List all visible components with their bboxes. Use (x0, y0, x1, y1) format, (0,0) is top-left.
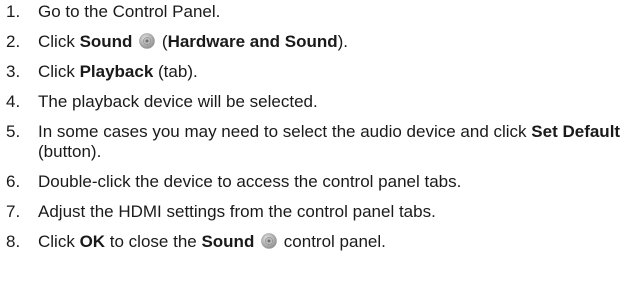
step-item: 8. Click OK to close the Sound control pa… (6, 232, 636, 252)
ui-term: Set Default (531, 122, 621, 141)
step-number: 5. (6, 122, 21, 141)
step-text-run: control panel. (279, 232, 386, 251)
step-text-run: Go to the Control Panel. (38, 2, 221, 21)
step-text-run: ( (157, 32, 168, 51)
step-number: 7. (6, 202, 21, 221)
step-text: Double-click the device to access the co… (38, 172, 461, 191)
step-text: Click Sound (Hardware and Sound). (38, 32, 348, 51)
ui-term: Sound (79, 32, 133, 51)
speaker-icon (139, 33, 155, 49)
step-item: 6. Double-click the device to access the … (6, 172, 636, 192)
step-text-run: Double-click the device to access the co… (38, 172, 462, 191)
step-text-run: to close the (105, 232, 202, 251)
step-item: 4. The playback device will be selected. (6, 92, 636, 112)
step-text: In some cases you may need to select the… (38, 122, 620, 161)
step-text: Click Playback (tab). (38, 62, 198, 81)
step-text-run: The playback device will be selected. (38, 92, 318, 111)
step-text: Click OK to close the Sound control pane… (38, 232, 386, 251)
step-text: Go to the Control Panel. (38, 2, 220, 21)
step-text-run: ). (337, 32, 348, 51)
step-item: 1. Go to the Control Panel. (6, 2, 636, 22)
step-number: 8. (6, 232, 21, 251)
step-number: 2. (6, 32, 21, 51)
step-number: 6. (6, 172, 21, 191)
speaker-icon (261, 233, 277, 249)
instruction-steps: 1. Go to the Control Panel. 2. Click Sound … (6, 2, 636, 262)
step-text-run: Click (38, 62, 80, 81)
step-text-run: In some cases you may need to select the… (38, 122, 532, 141)
step-text-run (254, 232, 259, 251)
step-text: Adjust the HDMI settings from the contro… (38, 202, 436, 221)
step-text-run: (button). (38, 142, 102, 161)
step-item: 5. In some cases you may need to select t… (6, 122, 636, 162)
step-text-run: (tab). (153, 62, 198, 81)
step-text: The playback device will be selected. (38, 92, 318, 111)
step-text-run: Adjust the HDMI settings from the contro… (38, 202, 436, 221)
step-item: 2. Click Sound (Hardware and Sound). (6, 32, 636, 52)
step-number: 3. (6, 62, 21, 81)
step-number: 4. (6, 92, 21, 111)
step-text-run: Click (38, 232, 80, 251)
step-text-run: Click (38, 32, 80, 51)
ui-term: Sound (201, 232, 255, 251)
ui-term: Hardware and Sound (167, 32, 338, 51)
step-item: 3. Click Playback (tab). (6, 62, 636, 82)
step-text-run (132, 32, 137, 51)
ui-term: OK (79, 232, 106, 251)
ui-term: Playback (79, 62, 154, 81)
step-item: 7. Adjust the HDMI settings from the cont… (6, 202, 636, 222)
step-number: 1. (6, 2, 21, 21)
